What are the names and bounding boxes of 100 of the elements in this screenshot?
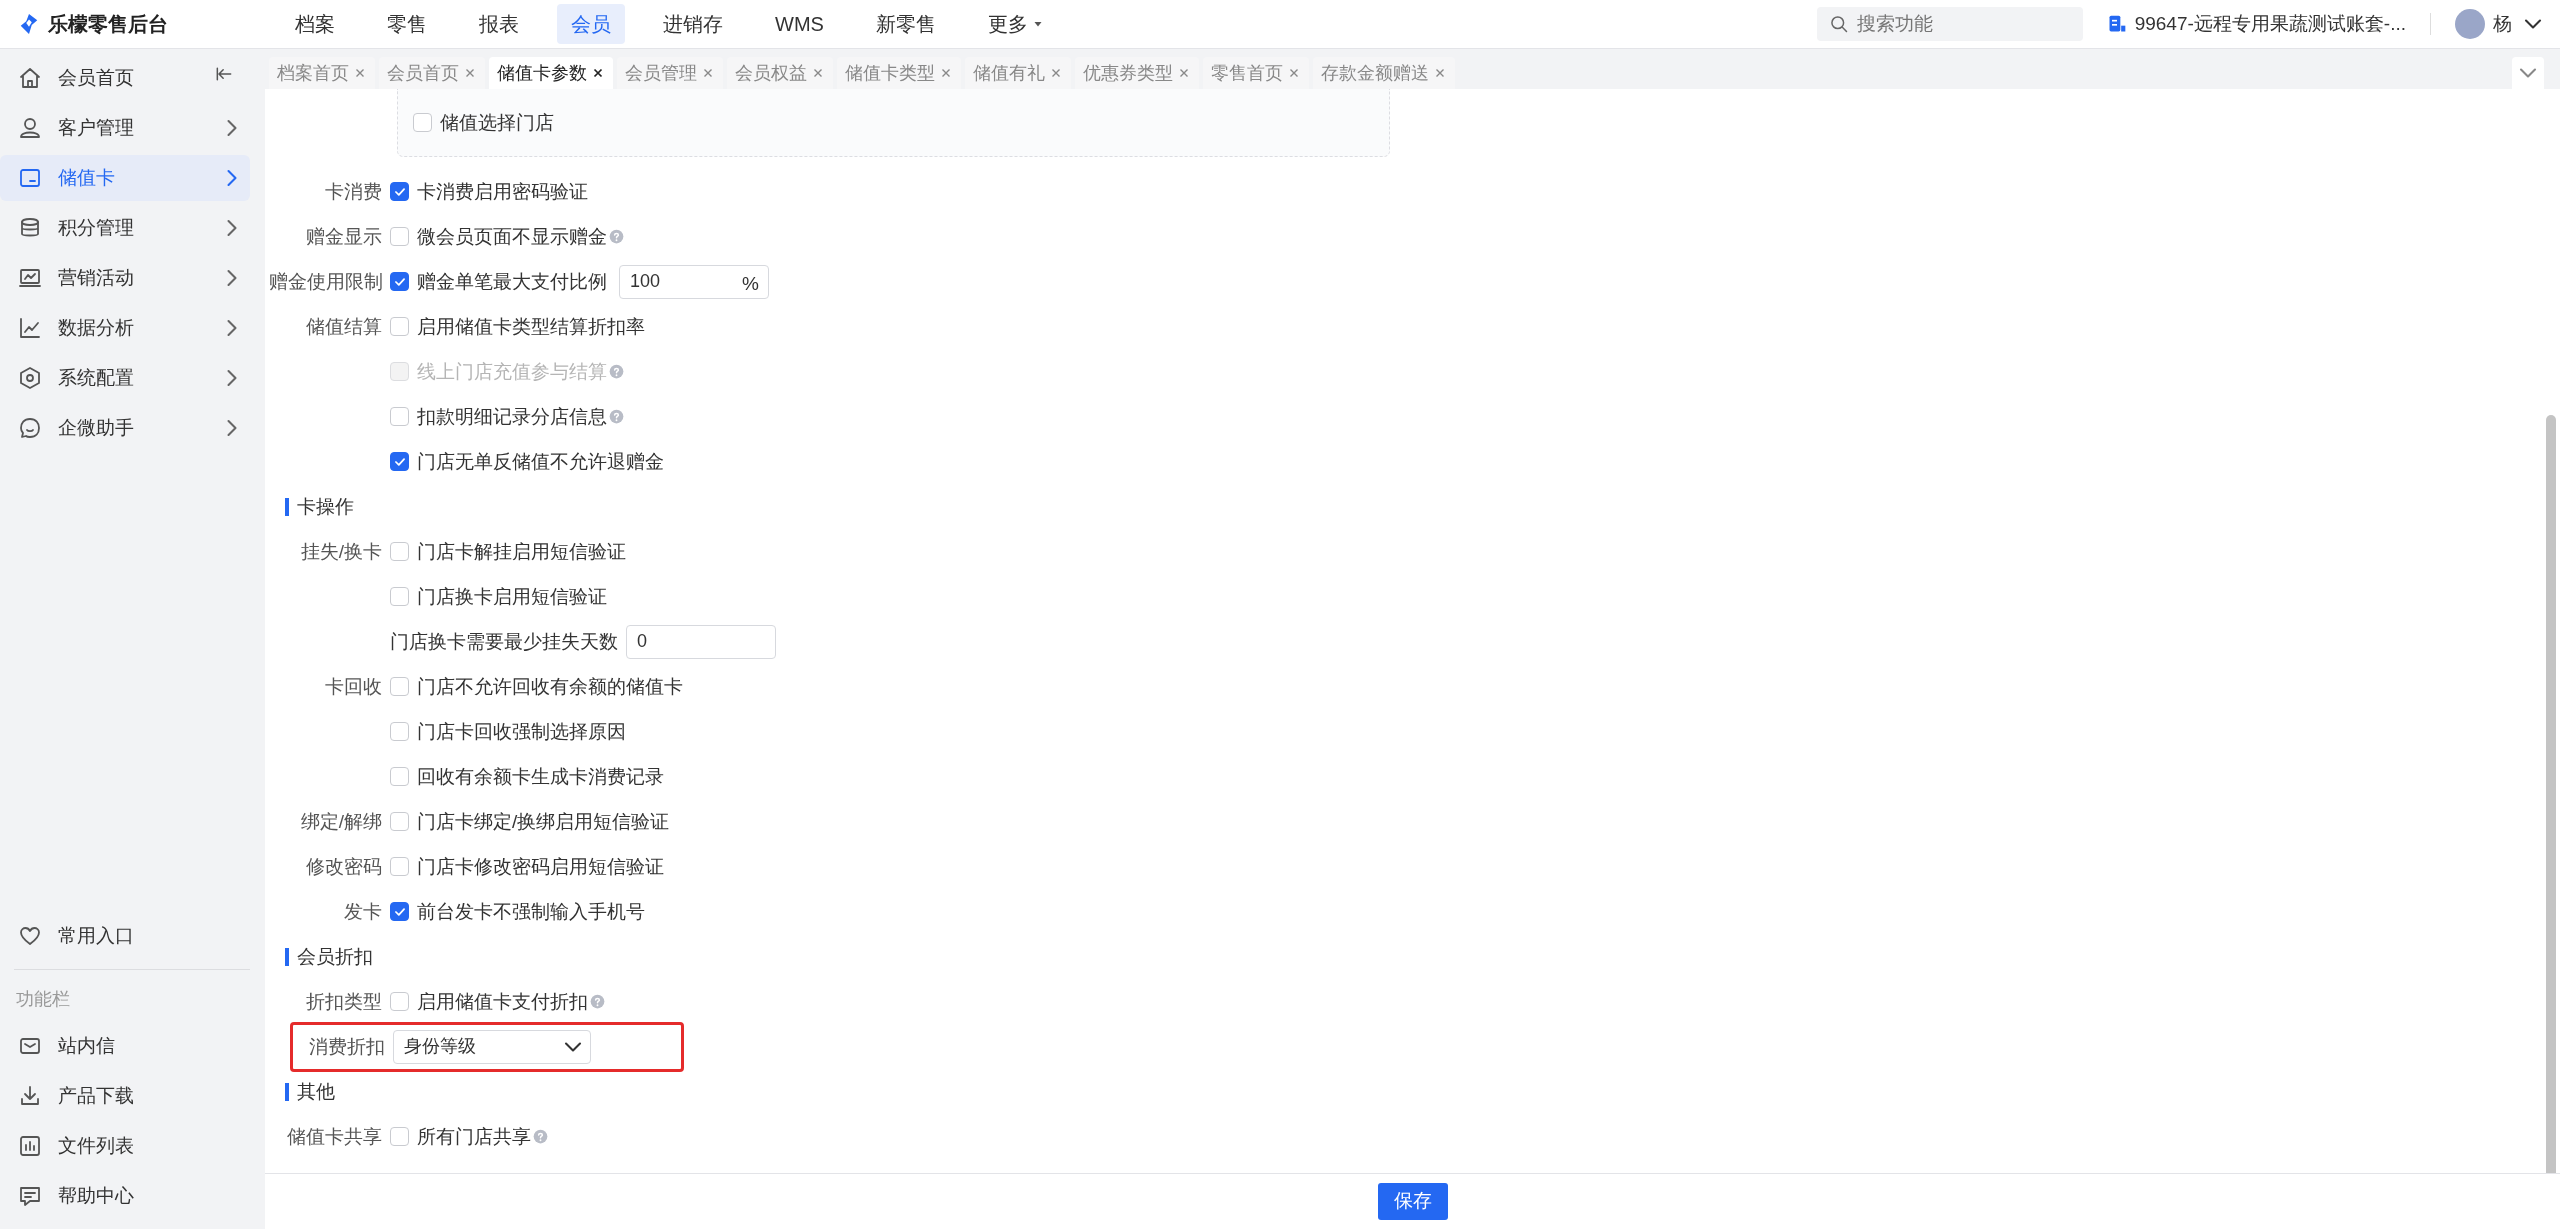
field-label: 折扣类型 [305, 989, 383, 1014]
checkbox[interactable] [390, 1127, 409, 1147]
checkbox-label[interactable]: 启用储值卡类型结算折扣率 [417, 312, 645, 342]
checkbox[interactable] [390, 812, 409, 832]
menu-icon [18, 416, 42, 440]
checkbox-label[interactable]: 门店卡绑定/换绑启用短信验证 [417, 807, 670, 837]
checkbox[interactable] [390, 722, 409, 742]
checkbox[interactable] [390, 227, 409, 247]
checkbox[interactable] [390, 767, 409, 787]
account-name[interactable]: 99647-远程专用果蔬测试账套-... [2134, 9, 2406, 39]
field-label: 发卡 [343, 899, 383, 924]
nav-menu-item[interactable]: 报表 [465, 4, 533, 44]
checkbox-label[interactable]: 门店不允许回收有余额的储值卡 [417, 672, 683, 702]
checkbox-label[interactable]: 回收有余额卡生成卡消费记录 [417, 762, 664, 792]
tool-icon [18, 1134, 42, 1158]
nav-menu-item[interactable]: 更多 [973, 4, 1058, 44]
field-label: 门店换卡需要最少挂失天数 [390, 629, 618, 654]
checkbox-label[interactable]: 门店换卡启用短信验证 [417, 582, 607, 612]
chevron-right-icon [228, 421, 236, 435]
checkbox[interactable] [413, 113, 432, 133]
sidebar-item[interactable]: 数据分析 [0, 305, 250, 351]
checkbox-label[interactable]: 赠金单笔最大支付比例 [417, 267, 607, 297]
search-icon [1828, 14, 1849, 34]
save-button[interactable]: 保存 [1377, 1183, 1448, 1220]
sidebar-item[interactable]: 客户管理 [0, 105, 250, 151]
field-label: 储值卡共享 [286, 1124, 383, 1149]
section-heading: 其他 [297, 1079, 335, 1104]
sidebar-item[interactable]: 系统配置 [0, 355, 250, 401]
chevron-right-icon [228, 171, 236, 185]
sidebar-item[interactable]: 站内信 [0, 1023, 250, 1069]
checkbox-label[interactable]: 门店卡回收强制选择原因 [417, 717, 626, 747]
scrollbar-thumb[interactable] [2546, 415, 2556, 1174]
checkbox-label: 线上门店充值参与结算 [417, 359, 607, 384]
checkbox-label[interactable]: 所有门店共享 [417, 1122, 531, 1152]
checkbox-label[interactable]: 卡消费启用密码验证 [417, 177, 588, 207]
sidebar-item[interactable]: 营销活动 [0, 255, 250, 301]
section-title: 功能栏 [15, 988, 71, 1011]
help-icon [590, 994, 605, 1010]
number-field[interactable]: 0 [626, 624, 776, 659]
section-marker [285, 1082, 289, 1101]
menu-icon [18, 166, 42, 190]
checkbox[interactable] [390, 542, 409, 562]
page-tab[interactable]: 储值卡参数 [489, 57, 613, 90]
help-icon [533, 1129, 548, 1145]
field-label: 修改密码 [305, 854, 383, 879]
nav-menu-item[interactable]: 会员 [557, 4, 625, 44]
checkbox-label[interactable]: 前台发卡不强制输入手机号 [417, 897, 645, 927]
nav-menu-item[interactable]: 档案 [281, 4, 349, 44]
chevron-down-icon [2521, 69, 2535, 78]
chevron-down-icon[interactable] [2526, 20, 2540, 28]
checkbox[interactable] [390, 407, 409, 427]
sidebar-item[interactable]: 文件列表 [0, 1123, 250, 1169]
chevron-right-icon [228, 221, 236, 235]
sidebar-item[interactable]: 会员首页 [0, 55, 250, 101]
search-field[interactable]: 搜索功能 [1816, 7, 2083, 41]
checkbox[interactable] [390, 902, 409, 922]
help-icon [609, 229, 624, 245]
tab-menu-button[interactable] [2512, 57, 2544, 90]
checkbox[interactable] [390, 677, 409, 697]
nav-menu-item[interactable]: 进销存 [649, 4, 737, 44]
sidebar-item[interactable]: 企微助手 [0, 405, 250, 451]
sidebar-item[interactable]: 积分管理 [0, 205, 250, 251]
sidebar-item[interactable]: 产品下载 [0, 1073, 250, 1119]
field-label: 赠金显示 [305, 224, 383, 249]
field-label: 卡消费 [324, 179, 383, 204]
section-heading: 卡操作 [297, 494, 354, 519]
checkbox-label[interactable]: 门店卡解挂启用短信验证 [417, 537, 626, 567]
menu-icon [18, 366, 42, 390]
checkbox-label[interactable]: 储值选择门店 [440, 108, 554, 138]
checkbox-label[interactable]: 门店无单反储值不允许退赠金 [417, 447, 664, 477]
select-field[interactable]: 身份等级 [393, 1029, 591, 1064]
checkbox-label[interactable]: 启用储值卡支付折扣 [417, 987, 588, 1017]
sidebar-item[interactable]: 储值卡 [0, 155, 250, 201]
menu-icon [18, 316, 42, 340]
checkbox-label[interactable]: 扣款明细记录分店信息 [417, 402, 607, 432]
sidebar-item[interactable]: 帮助中心 [0, 1173, 250, 1219]
favorites-item[interactable]: 常用入口 [0, 913, 250, 959]
collapse-icon[interactable] [214, 64, 234, 84]
field-label: 挂失/换卡 [299, 539, 383, 564]
checkbox[interactable] [390, 317, 409, 337]
checkbox[interactable] [390, 452, 409, 472]
nav-menu-item[interactable]: WMS [761, 4, 838, 44]
field-label: 赠金使用限制 [269, 269, 384, 294]
checkbox[interactable] [390, 857, 409, 877]
checkbox-label[interactable]: 门店卡修改密码启用短信验证 [417, 852, 664, 882]
section-marker [285, 947, 289, 966]
chevron-down-icon [566, 1042, 580, 1051]
user-name[interactable]: 杨 [2493, 9, 2512, 39]
section-marker [285, 497, 289, 516]
checkbox-label[interactable]: 微会员页面不显示赠金 [417, 222, 607, 252]
menu-icon [18, 266, 42, 290]
field-label: 消费折扣 [308, 1034, 386, 1059]
checkbox[interactable] [390, 587, 409, 607]
avatar[interactable] [2455, 9, 2485, 39]
checkbox[interactable] [390, 992, 409, 1012]
checkbox[interactable] [390, 182, 409, 202]
nav-menu-item[interactable]: 零售 [373, 4, 441, 44]
nav-menu-item[interactable]: 新零售 [861, 4, 950, 44]
unit-label: % [742, 271, 759, 296]
checkbox[interactable] [390, 272, 409, 292]
